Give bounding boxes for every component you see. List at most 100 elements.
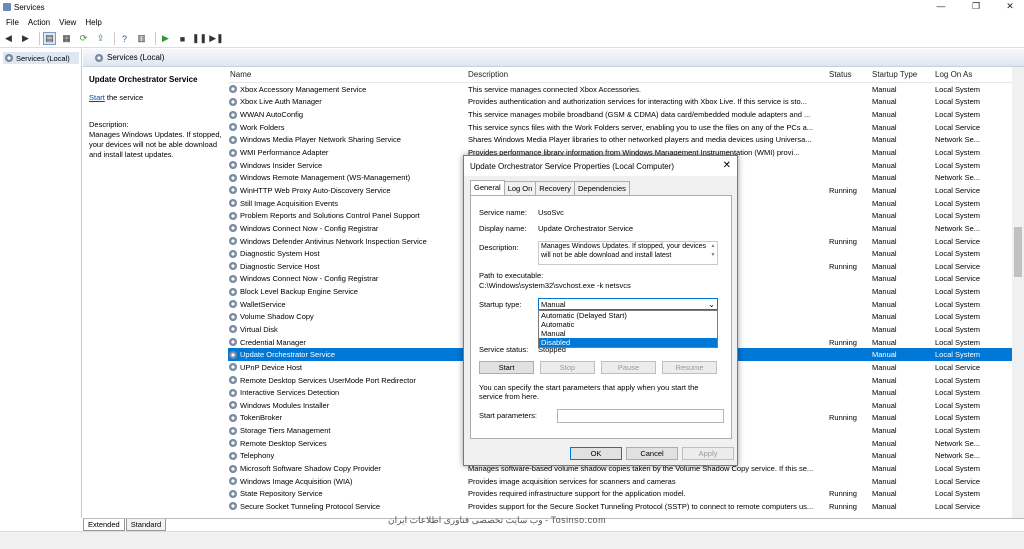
description-scroll-icon[interactable]: ▲ ▼	[709, 242, 717, 264]
service-startup-type: Manual	[872, 198, 897, 208]
service-log-on-as: Local System	[935, 84, 981, 94]
service-status: Running	[829, 489, 857, 499]
dialog-description-box[interactable]: Manages Windows Updates. If stopped, you…	[538, 241, 718, 265]
table-row[interactable]: Xbox Live Auth Manager Provides authentic…	[228, 96, 1012, 109]
restart-service-icon[interactable]: ▶❚	[209, 32, 223, 45]
pause-service-icon[interactable]: ❚❚	[192, 32, 207, 45]
cancel-button[interactable]: Cancel	[626, 447, 678, 460]
dialog-close-button[interactable]: ✕	[723, 160, 731, 171]
tab-general[interactable]: General	[470, 180, 505, 195]
service-log-on-as: Local Service	[935, 122, 981, 132]
table-row[interactable]: Secure Socket Tunneling Protocol Service…	[228, 500, 1012, 513]
startup-type-select[interactable]: Manual ⌄	[538, 298, 718, 310]
tree-node-services-local[interactable]: Services (Local)	[3, 52, 79, 64]
service-log-on-as: Local System	[935, 337, 981, 347]
option-manual[interactable]: Manual	[539, 329, 717, 338]
service-log-on-as: Local System	[935, 148, 981, 158]
table-row[interactable]: Xbox Accessory Management Service This se…	[228, 83, 1012, 96]
column-header: Name Description Status Startup Type Log…	[228, 67, 1012, 83]
table-row[interactable]: State Repository Service Provides require…	[228, 488, 1012, 501]
column-status[interactable]: Status	[829, 70, 872, 79]
stop-service-icon[interactable]: ■	[176, 32, 189, 45]
service-name: Windows Insider Service	[240, 160, 323, 170]
service-startup-type: Manual	[872, 337, 897, 347]
option-automatic[interactable]: Automatic	[539, 320, 717, 329]
description-block: Description: Manages Windows Updates. If…	[89, 120, 227, 160]
dialog-stop-button[interactable]: Stop	[540, 361, 595, 374]
option-automatic-delayed[interactable]: Automatic (Delayed Start)	[539, 311, 717, 320]
service-description: Provides required infrastructure support…	[468, 489, 686, 499]
service-name: Telephony	[240, 451, 275, 461]
properties-icon[interactable]: ▦	[60, 32, 73, 45]
description-label: Description:	[89, 120, 129, 129]
scrollbar-thumb[interactable]	[1014, 227, 1022, 277]
service-name-cell: Windows Connect Now - Config Registrar	[228, 224, 468, 233]
service-status: Running	[829, 185, 857, 195]
service-startup-type: Manual	[872, 287, 897, 297]
service-name: Xbox Accessory Management Service	[240, 84, 367, 94]
dialog-pause-button[interactable]: Pause	[601, 361, 656, 374]
tab-extended[interactable]: Extended	[83, 519, 125, 531]
service-status-label: Service status:	[479, 345, 529, 354]
menu-help[interactable]: Help	[85, 18, 101, 27]
service-name: Problem Reports and Solutions Control Pa…	[240, 211, 420, 221]
service-log-on-as: Network Se...	[935, 451, 981, 461]
start-service-icon[interactable]: ▶	[159, 32, 172, 45]
menu-file[interactable]: File	[6, 18, 19, 27]
console-tree-icon[interactable]: ▤	[43, 32, 56, 45]
tab-log-on[interactable]: Log On	[503, 181, 537, 195]
gear-icon	[229, 262, 237, 271]
show-hide-icon[interactable]: ▥	[135, 32, 148, 45]
menu-view[interactable]: View	[59, 18, 76, 27]
table-row[interactable]: Windows Media Player Network Sharing Ser…	[228, 134, 1012, 147]
start-service-link[interactable]: Start	[89, 93, 105, 102]
maximize-button[interactable]: ❐	[965, 0, 987, 14]
table-row[interactable]: Work Folders This service syncs files wit…	[228, 121, 1012, 134]
option-disabled[interactable]: Disabled	[539, 338, 717, 347]
column-log-on-as[interactable]: Log On As	[935, 70, 1005, 79]
start-params-input[interactable]	[557, 409, 724, 423]
service-log-on-as: Local Service	[935, 185, 981, 195]
apply-button[interactable]: Apply	[682, 447, 734, 460]
minimize-button[interactable]: —	[930, 0, 952, 14]
service-name: Interactive Services Detection	[240, 388, 340, 398]
gear-icon	[229, 161, 237, 170]
service-startup-type: Manual	[872, 160, 897, 170]
gear-icon	[229, 199, 237, 208]
watermark-text: وب سایت تخصصی فناوری اطلاعات ایران - Tos…	[388, 515, 607, 525]
export-list-icon[interactable]: ⇪	[94, 32, 107, 45]
column-name[interactable]: Name	[228, 70, 468, 79]
start-link-suffix: the service	[104, 93, 144, 102]
tab-recovery[interactable]: Recovery	[535, 181, 575, 195]
service-description: Provides authentication and authorizatio…	[468, 97, 807, 107]
startup-type-dropdown: Automatic (Delayed Start) Automatic Manu…	[538, 310, 718, 348]
ok-button[interactable]: OK	[570, 447, 622, 460]
dialog-start-button[interactable]: Start	[479, 361, 534, 374]
title-bar: Services — ❐ ✕	[0, 0, 1024, 14]
dialog-resume-button[interactable]: Resume	[662, 361, 717, 374]
start-link-line: Start the service	[89, 93, 221, 102]
close-button[interactable]: ✕	[999, 0, 1021, 14]
help-icon[interactable]: ?	[118, 32, 131, 45]
service-name: Volume Shadow Copy	[240, 312, 314, 322]
service-name: Update Orchestrator Service	[240, 350, 336, 360]
service-log-on-as: Local Service	[935, 261, 981, 271]
vertical-scrollbar[interactable]	[1012, 67, 1024, 518]
gear-icon	[229, 300, 237, 309]
service-startup-type: Manual	[872, 501, 897, 511]
column-startup-type[interactable]: Startup Type	[872, 70, 935, 79]
gear-icon	[229, 110, 237, 119]
column-description[interactable]: Description	[468, 70, 829, 79]
refresh-icon[interactable]: ⟳	[77, 32, 90, 45]
forward-arrow-icon[interactable]: ▶	[19, 32, 32, 45]
gear-icon	[229, 274, 237, 283]
service-name-cell: Windows Media Player Network Sharing Ser…	[228, 135, 468, 144]
table-row[interactable]: WWAN AutoConfig This service manages mobi…	[228, 108, 1012, 121]
service-log-on-as: Local System	[935, 299, 981, 309]
tab-dependencies[interactable]: Dependencies	[573, 181, 630, 195]
table-row[interactable]: Windows Image Acquisition (WIA) Provides …	[228, 475, 1012, 488]
service-name-cell: Windows Remote Management (WS-Management…	[228, 173, 468, 182]
back-arrow-icon[interactable]: ◀	[2, 32, 15, 45]
menu-action[interactable]: Action	[28, 18, 50, 27]
tab-standard[interactable]: Standard	[125, 519, 167, 531]
